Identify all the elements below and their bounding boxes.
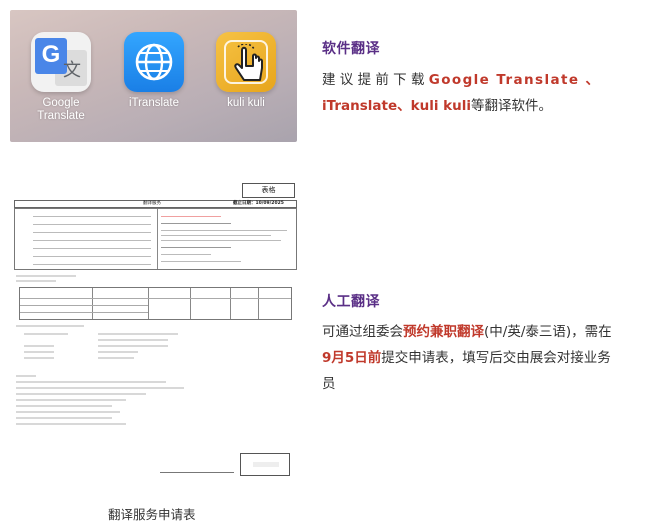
form-signature-box: [240, 453, 290, 476]
human-text-4: 员: [322, 376, 336, 392]
form-caption: 翻译服务申请表: [108, 507, 196, 522]
form-info-grid: [14, 208, 297, 270]
human-text-3: 提交申请表，填写后交由展会对接业务: [381, 350, 611, 366]
human-title: 人工翻译: [322, 294, 380, 310]
app-name-itranslate: iTranslate: [128, 97, 180, 109]
kuli-kuli-hand-icon: [216, 32, 276, 92]
software-text-suffix: 等翻译软件。: [471, 98, 553, 114]
human-text-2: (中/英/泰三语)，需在: [484, 324, 612, 340]
form-tag: 表格: [242, 183, 295, 198]
app-kuli-kuli: kuli kuli: [205, 32, 287, 110]
software-text-prefix: 建 议 提 前 下 载: [322, 72, 429, 88]
human-highlight-1: 预约兼职翻译: [403, 324, 484, 340]
translation-form-image: 表格 翻译服务 截止日期：10/09/2025: [14, 183, 297, 478]
software-highlight-2: iTranslate、kuli kuli: [322, 98, 472, 114]
form-bar-date: 截止日期：10/09/2025: [233, 201, 284, 206]
itranslate-globe-icon: [124, 32, 184, 92]
app-itranslate: iTranslate: [113, 32, 195, 110]
app-google-translate: G 文 Google Translate: [20, 32, 102, 123]
form-fee-table: [19, 287, 292, 320]
software-highlight-1: Google Translate 、: [428, 72, 601, 88]
apps-photo: G 文 Google Translate iTranslate kuli kul…: [10, 10, 297, 142]
app-name-kuli: kuli kuli: [227, 97, 265, 109]
app-name-google: Google Translate: [37, 97, 85, 122]
software-title: 软件翻译: [322, 41, 380, 57]
form-bar-title: 翻译服务: [143, 201, 161, 206]
human-text-1: 可通过组委会: [322, 324, 403, 340]
form-header-bar: 翻译服务 截止日期：10/09/2025: [14, 200, 297, 208]
google-translate-icon: G 文: [31, 32, 91, 92]
human-highlight-2: 9月5日前: [322, 350, 382, 366]
software-paragraph: 建 议 提 前 下 载 Google Translate 、 iTranslat…: [322, 67, 662, 119]
human-paragraph: 可通过组委会预约兼职翻译(中/英/泰三语)，需在 9月5日前提交申请表，填写后交…: [322, 319, 662, 397]
